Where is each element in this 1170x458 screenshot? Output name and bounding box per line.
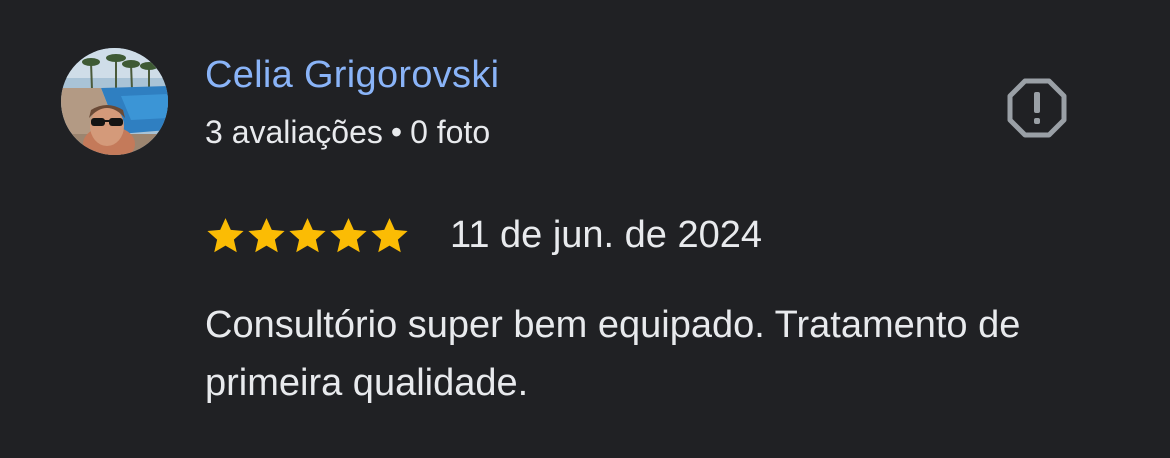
reviews-count: 3 avaliações: [205, 114, 383, 150]
review-text: Consultório super bem equipado. Tratamen…: [205, 304, 1021, 404]
author-meta: 3 avaliações • 0 foto: [205, 112, 490, 152]
rating-row: 11 de jun. de 2024: [205, 210, 762, 260]
review-card: Celia Grigorovski 3 avaliações • 0 foto 11…: [0, 0, 1170, 458]
star-icon: [248, 217, 285, 252]
photos-count: 0 foto: [410, 114, 491, 150]
author-avatar[interactable]: [61, 48, 168, 155]
report-octagon-icon: [1007, 78, 1067, 138]
author-name-link[interactable]: Celia Grigorovski: [205, 52, 499, 98]
star-icon: [207, 217, 244, 252]
report-button[interactable]: [1006, 77, 1068, 139]
review-date: 11 de jun. de 2024: [450, 214, 763, 256]
meta-separator: •: [390, 114, 403, 150]
star-icon: [289, 217, 326, 252]
avatar-photo: [61, 48, 168, 155]
star-icon: [371, 217, 408, 252]
star-rating: [205, 215, 410, 256]
star-icon: [330, 217, 367, 252]
